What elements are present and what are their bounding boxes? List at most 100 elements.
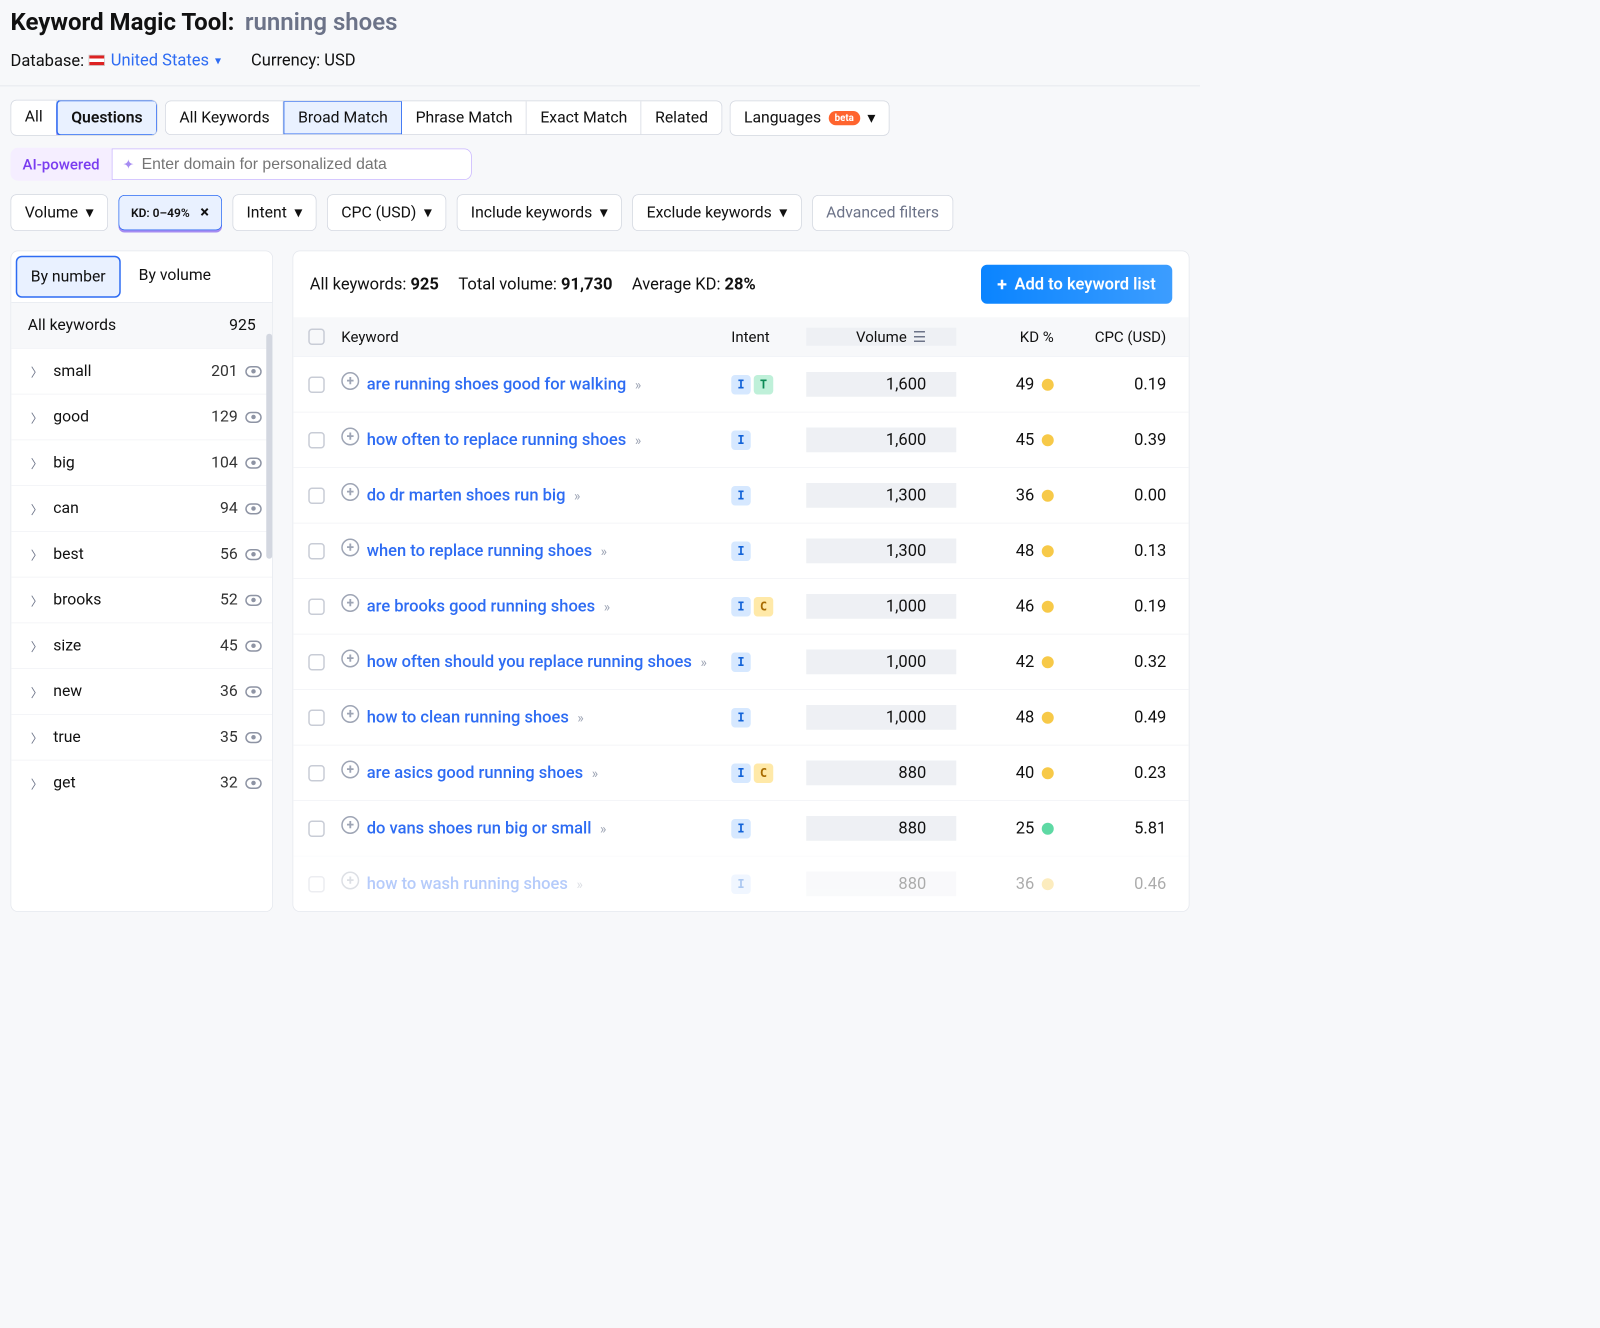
sidebar-item[interactable]: 〉 big 104 [11, 440, 272, 486]
expand-icon[interactable]: + [341, 372, 359, 390]
expand-icon[interactable]: + [341, 483, 359, 501]
database-selector[interactable]: Database: United States ▾ [11, 51, 222, 71]
double-chevron-icon[interactable]: » [576, 877, 582, 893]
eye-icon[interactable] [245, 366, 262, 377]
sidebar-item[interactable]: 〉 true 35 [11, 714, 272, 760]
sidebar-item[interactable]: 〉 small 201 [11, 348, 272, 394]
row-checkbox[interactable] [308, 709, 325, 726]
ai-input-wrap[interactable]: ✦ [112, 149, 472, 181]
col-cpc[interactable]: CPC (USD) [1054, 328, 1174, 346]
keyword-link[interactable]: how often should you replace running sho… [367, 653, 692, 672]
row-checkbox[interactable] [308, 765, 325, 782]
double-chevron-icon[interactable]: » [635, 377, 641, 393]
intent-cell: I [731, 874, 806, 894]
double-chevron-icon[interactable]: » [604, 599, 610, 615]
eye-icon[interactable] [245, 503, 262, 514]
sidebar-item[interactable]: 〉 good 129 [11, 394, 272, 440]
eye-icon[interactable] [245, 549, 262, 560]
kd-filter-active[interactable]: KD: 0–49% × [118, 195, 222, 230]
languages-dropdown[interactable]: Languages beta ▾ [730, 100, 890, 135]
intent-filter[interactable]: Intent ▾ [232, 194, 316, 231]
sidebar-item[interactable]: 〉 best 56 [11, 531, 272, 577]
col-keyword[interactable]: Keyword [341, 328, 731, 346]
row-checkbox[interactable] [308, 876, 325, 893]
expand-icon[interactable]: + [341, 872, 359, 890]
sidebar-item-count: 45 [220, 637, 238, 655]
row-checkbox[interactable] [308, 598, 325, 615]
keyword-link[interactable]: how to clean running shoes [367, 708, 569, 727]
volume-filter[interactable]: Volume ▾ [11, 194, 108, 231]
currency-display: Currency: USD [251, 51, 356, 71]
keyword-link[interactable]: how often to replace running shoes [367, 431, 626, 450]
tab-broad-match[interactable]: Broad Match [284, 101, 402, 134]
expand-icon[interactable]: + [341, 594, 359, 612]
tab-by-number[interactable]: By number [16, 256, 121, 298]
keyword-link[interactable]: are brooks good running shoes [367, 597, 595, 616]
chevron-down-icon: ▾ [600, 203, 608, 222]
keyword-link[interactable]: do dr marten shoes run big [367, 486, 566, 505]
double-chevron-icon[interactable]: » [600, 821, 606, 837]
cpc-cell: 0.19 [1054, 597, 1174, 616]
sidebar-all-keywords[interactable]: All keywords 925 [11, 303, 272, 348]
intent-badge-i: I [731, 708, 751, 728]
select-all-checkbox[interactable] [308, 329, 325, 346]
sidebar-item[interactable]: 〉 new 36 [11, 668, 272, 714]
close-icon[interactable]: × [200, 203, 209, 222]
eye-icon[interactable] [245, 640, 262, 651]
expand-icon[interactable]: + [341, 705, 359, 723]
sidebar-item[interactable]: 〉 get 32 [11, 760, 272, 806]
double-chevron-icon[interactable]: » [700, 655, 706, 671]
double-chevron-icon[interactable]: » [635, 433, 641, 449]
tab-related[interactable]: Related [642, 101, 722, 134]
keyword-link[interactable]: when to replace running shoes [367, 542, 592, 561]
include-keywords-filter[interactable]: Include keywords ▾ [457, 194, 622, 231]
table-row: + are asics good running shoes » IC 880 … [293, 745, 1189, 801]
eye-icon[interactable] [245, 457, 262, 468]
keyword-link[interactable]: are running shoes good for walking [367, 375, 626, 394]
kd-dot-icon [1042, 600, 1054, 612]
col-kd[interactable]: KD % [956, 328, 1054, 346]
expand-icon[interactable]: + [341, 428, 359, 446]
intent-cell: IT [731, 374, 806, 394]
double-chevron-icon[interactable]: » [592, 766, 598, 782]
eye-icon[interactable] [245, 777, 262, 788]
double-chevron-icon[interactable]: » [574, 488, 580, 504]
tab-all[interactable]: All [11, 101, 57, 136]
sidebar-item[interactable]: 〉 size 45 [11, 623, 272, 669]
eye-icon[interactable] [245, 732, 262, 743]
expand-icon[interactable]: + [341, 539, 359, 557]
expand-icon[interactable]: + [341, 816, 359, 834]
sidebar-item[interactable]: 〉 can 94 [11, 485, 272, 531]
eye-icon[interactable] [245, 686, 262, 697]
double-chevron-icon[interactable]: » [577, 710, 583, 726]
row-checkbox[interactable] [308, 376, 325, 393]
tab-questions[interactable]: Questions [56, 100, 157, 136]
exclude-keywords-filter[interactable]: Exclude keywords ▾ [632, 194, 801, 231]
row-checkbox[interactable] [308, 820, 325, 837]
add-to-keyword-list-button[interactable]: + Add to keyword list [981, 265, 1173, 304]
sidebar-item[interactable]: 〉 brooks 52 [11, 577, 272, 623]
col-intent[interactable]: Intent [731, 328, 806, 346]
tab-by-volume[interactable]: By volume [125, 251, 224, 302]
advanced-filters[interactable]: Advanced filters [812, 195, 953, 231]
domain-input[interactable] [142, 155, 461, 173]
expand-icon[interactable]: + [341, 761, 359, 779]
row-checkbox[interactable] [308, 654, 325, 671]
double-chevron-icon[interactable]: » [601, 544, 607, 560]
tab-all-keywords[interactable]: All Keywords [166, 101, 284, 134]
row-checkbox[interactable] [308, 432, 325, 449]
tab-phrase-match[interactable]: Phrase Match [402, 101, 527, 134]
intent-badge-i: I [731, 819, 751, 839]
col-volume[interactable]: Volume ☰ [806, 328, 956, 346]
eye-icon[interactable] [245, 594, 262, 605]
tab-exact-match[interactable]: Exact Match [527, 101, 642, 134]
keyword-link[interactable]: how to wash running shoes [367, 875, 568, 894]
keyword-link[interactable]: are asics good running shoes [367, 764, 583, 783]
row-checkbox[interactable] [308, 487, 325, 504]
expand-icon[interactable]: + [341, 650, 359, 668]
row-checkbox[interactable] [308, 543, 325, 560]
eye-icon[interactable] [245, 411, 262, 422]
cpc-filter[interactable]: CPC (USD) ▾ [327, 194, 446, 231]
scrollbar[interactable] [266, 334, 272, 559]
keyword-link[interactable]: do vans shoes run big or small [367, 819, 592, 838]
